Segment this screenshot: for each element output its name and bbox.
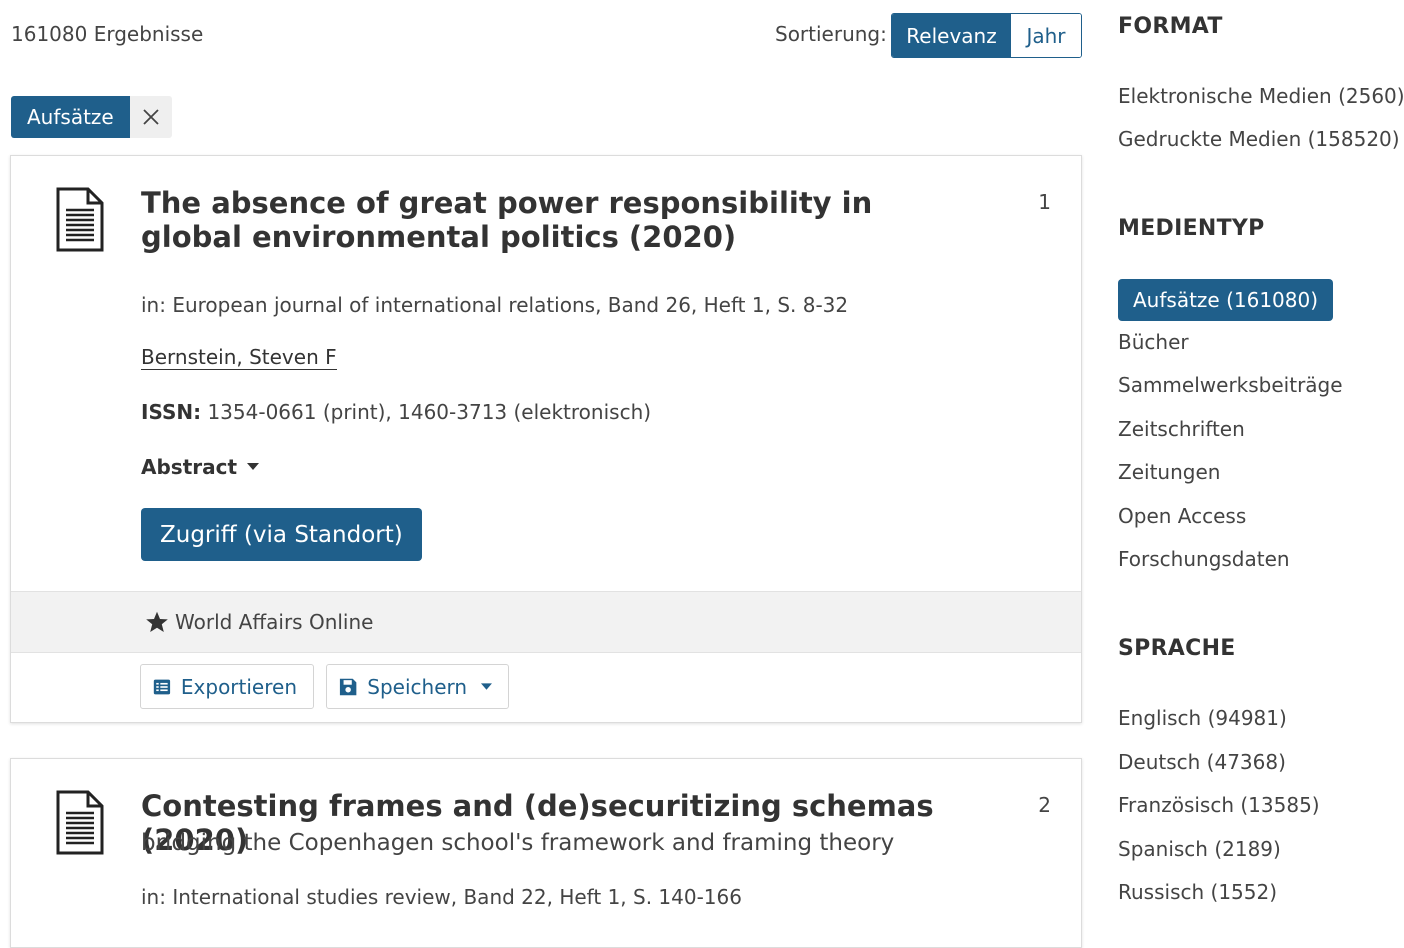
caret-down-icon [481, 682, 492, 690]
facet-heading-medientyp: MEDIENTYP [1118, 216, 1265, 241]
save-dropdown-button[interactable]: Speichern [326, 664, 509, 709]
result-source-journal: in: European journal of international re… [141, 293, 849, 317]
facet-item-zeitungen[interactable]: Zeitungen [1118, 460, 1220, 484]
abstract-toggle[interactable]: Abstract [141, 455, 260, 479]
facet-heading-format: FORMAT [1118, 14, 1223, 39]
star-icon [146, 611, 168, 632]
sort-label: Sortierung: [775, 22, 887, 46]
facet-item-forschungsdaten[interactable]: Forschungsdaten [1118, 547, 1290, 571]
facet-item-franzoesisch[interactable]: Französisch (13585) [1118, 793, 1320, 817]
export-label: Exportieren [180, 674, 297, 699]
close-icon [143, 109, 159, 125]
active-filter-label[interactable]: Aufsätze [11, 96, 130, 138]
facet-item-spanisch[interactable]: Spanisch (2189) [1118, 837, 1281, 861]
result-author-link[interactable]: Bernstein, Steven F [141, 345, 337, 370]
abstract-label: Abstract [141, 455, 238, 479]
source-name: World Affairs Online [175, 610, 374, 634]
export-button[interactable]: Exportieren [140, 664, 314, 709]
facet-item-buecher[interactable]: Bücher [1118, 330, 1189, 354]
facet-item-zeitschriften[interactable]: Zeitschriften [1118, 417, 1245, 441]
result-rank: 1 [1038, 190, 1051, 214]
result-title-link[interactable]: The absence of great power responsibilit… [141, 186, 961, 254]
facet-item-gedruckte-medien[interactable]: Gedruckte Medien (158520) [1118, 127, 1400, 151]
facet-item-sammelwerksbeitraege[interactable]: Sammelwerksbeiträge [1118, 373, 1343, 397]
facet-item-open-access[interactable]: Open Access [1118, 504, 1246, 528]
remove-filter-button[interactable] [129, 96, 172, 138]
facet-item-deutsch[interactable]: Deutsch (47368) [1118, 750, 1286, 774]
facet-item-aufsaetze-active[interactable]: Aufsätze (161080) [1118, 279, 1334, 321]
result-count: 161080 Ergebnisse [11, 22, 204, 46]
result-source-journal: in: International studies review, Band 2… [141, 885, 742, 909]
list-icon [153, 679, 171, 694]
result-issn: ISSN: 1354-0661 (print), 1460-3713 (elek… [141, 400, 651, 424]
access-button[interactable]: Zugriff (via Standort) [141, 508, 422, 561]
save-label: Speichern [367, 674, 468, 699]
issn-value: 1354-0661 (print), 1460-3713 (elektronis… [207, 400, 652, 424]
sort-relevanz-button[interactable]: Relevanz [892, 14, 1011, 57]
document-icon [56, 187, 104, 252]
facet-item-englisch[interactable]: Englisch (94981) [1118, 706, 1287, 730]
sort-jahr-button[interactable]: Jahr [1011, 14, 1081, 57]
issn-label: ISSN: [141, 400, 202, 424]
result-card: 2 Contesting frames and (de)securitizing… [10, 758, 1082, 948]
facet-item-elektronische-medien[interactable]: Elektronische Medien (2560) [1118, 84, 1404, 108]
sort-toggle-group: Relevanz Jahr [891, 13, 1082, 58]
caret-down-icon [247, 463, 260, 470]
facet-item-russisch[interactable]: Russisch (1552) [1118, 880, 1277, 904]
document-icon [56, 790, 104, 855]
active-filter-chip: Aufsätze [11, 96, 172, 138]
facet-heading-sprache: SPRACHE [1118, 636, 1236, 661]
result-card: 1 The absence of great power responsibil… [10, 155, 1082, 723]
result-subtitle: bridging the Copenhagen school's framewo… [141, 830, 895, 856]
source-bar: World Affairs Online [11, 591, 1081, 653]
floppy-disk-icon [339, 678, 357, 695]
